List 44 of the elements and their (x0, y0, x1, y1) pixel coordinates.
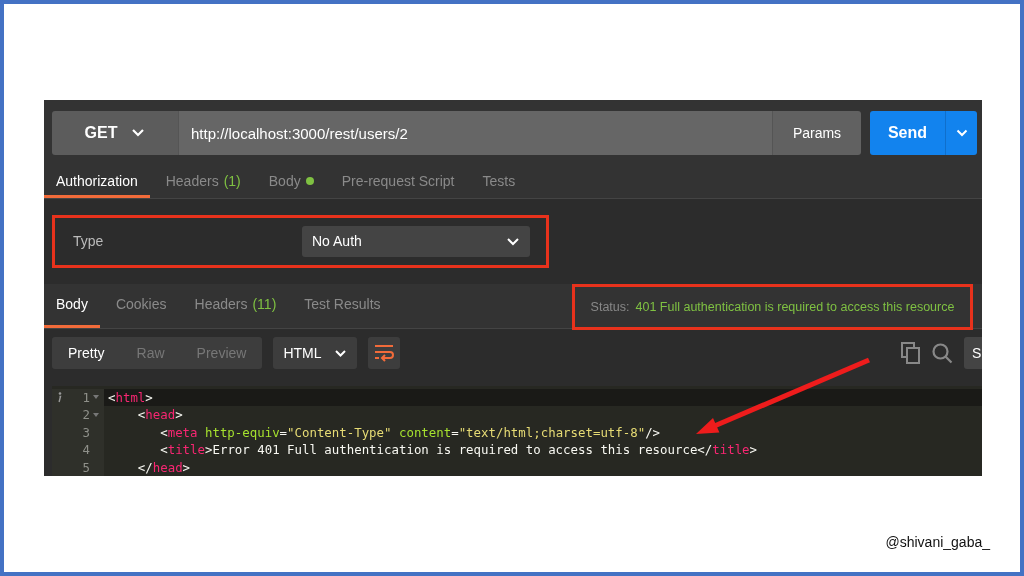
chevron-down-icon (506, 236, 520, 246)
request-tab[interactable]: Authorization (44, 166, 150, 198)
save-button[interactable]: S (964, 337, 982, 370)
tab-count: (1) (223, 172, 241, 189)
send-button[interactable]: Send (870, 111, 945, 156)
line-number: 4 (81, 442, 90, 458)
code-line: </head> (136, 458, 192, 476)
line-number: 5 (81, 459, 90, 475)
code-line: <head> (136, 406, 184, 424)
request-tab[interactable]: Body (256, 166, 326, 198)
code-line: <meta http-equiv="Content-Type" content="text/html;charset=utf-8"/> (159, 423, 662, 441)
chevron-down-icon (131, 128, 146, 139)
method-dropdown[interactable]: GET (52, 111, 178, 156)
status-text: 401 Full authentication is required to access this resource (635, 299, 955, 314)
chevron-down-icon (333, 348, 347, 358)
chevron-down-icon (955, 129, 968, 138)
response-tab[interactable]: Test Results (292, 283, 393, 328)
request-tab[interactable]: Tests (470, 166, 528, 198)
wrap-lines-icon (373, 344, 394, 363)
view-mode-button[interactable]: Pretty (52, 337, 121, 370)
line-number: 2 (81, 407, 90, 423)
info-icon (57, 391, 62, 403)
auth-type-dropdown[interactable]: No Auth (302, 225, 530, 257)
response-tab[interactable]: Headers (11) (182, 283, 289, 328)
code-line: <title>Error 401 Full authentication is required to access this resource</title> (159, 441, 759, 459)
url-field[interactable]: http://localhost:3000/rest/users/2 (178, 111, 772, 156)
copy-icon[interactable] (901, 342, 921, 365)
request-tab[interactable]: Pre-request Script (329, 166, 467, 198)
fold-icon[interactable] (93, 412, 99, 417)
status-label: Status: (590, 299, 630, 314)
tab-count: (11) (252, 296, 277, 313)
response-tab[interactable]: Body (44, 283, 100, 328)
send-menu-button[interactable] (945, 111, 977, 156)
wrap-lines-button[interactable] (367, 337, 400, 370)
format-dropdown[interactable]: HTML (273, 337, 357, 370)
author-credit: @shivani_gaba_ (885, 534, 990, 550)
line-number: 1 (81, 389, 90, 405)
line-number: 3 (81, 424, 90, 440)
params-button[interactable]: Params (772, 111, 861, 156)
search-icon[interactable] (932, 342, 953, 364)
request-tab[interactable]: Headers (1) (153, 166, 253, 198)
fold-icon[interactable] (93, 395, 99, 400)
type-label: Type (73, 233, 105, 250)
response-tab[interactable]: Cookies (103, 283, 179, 328)
